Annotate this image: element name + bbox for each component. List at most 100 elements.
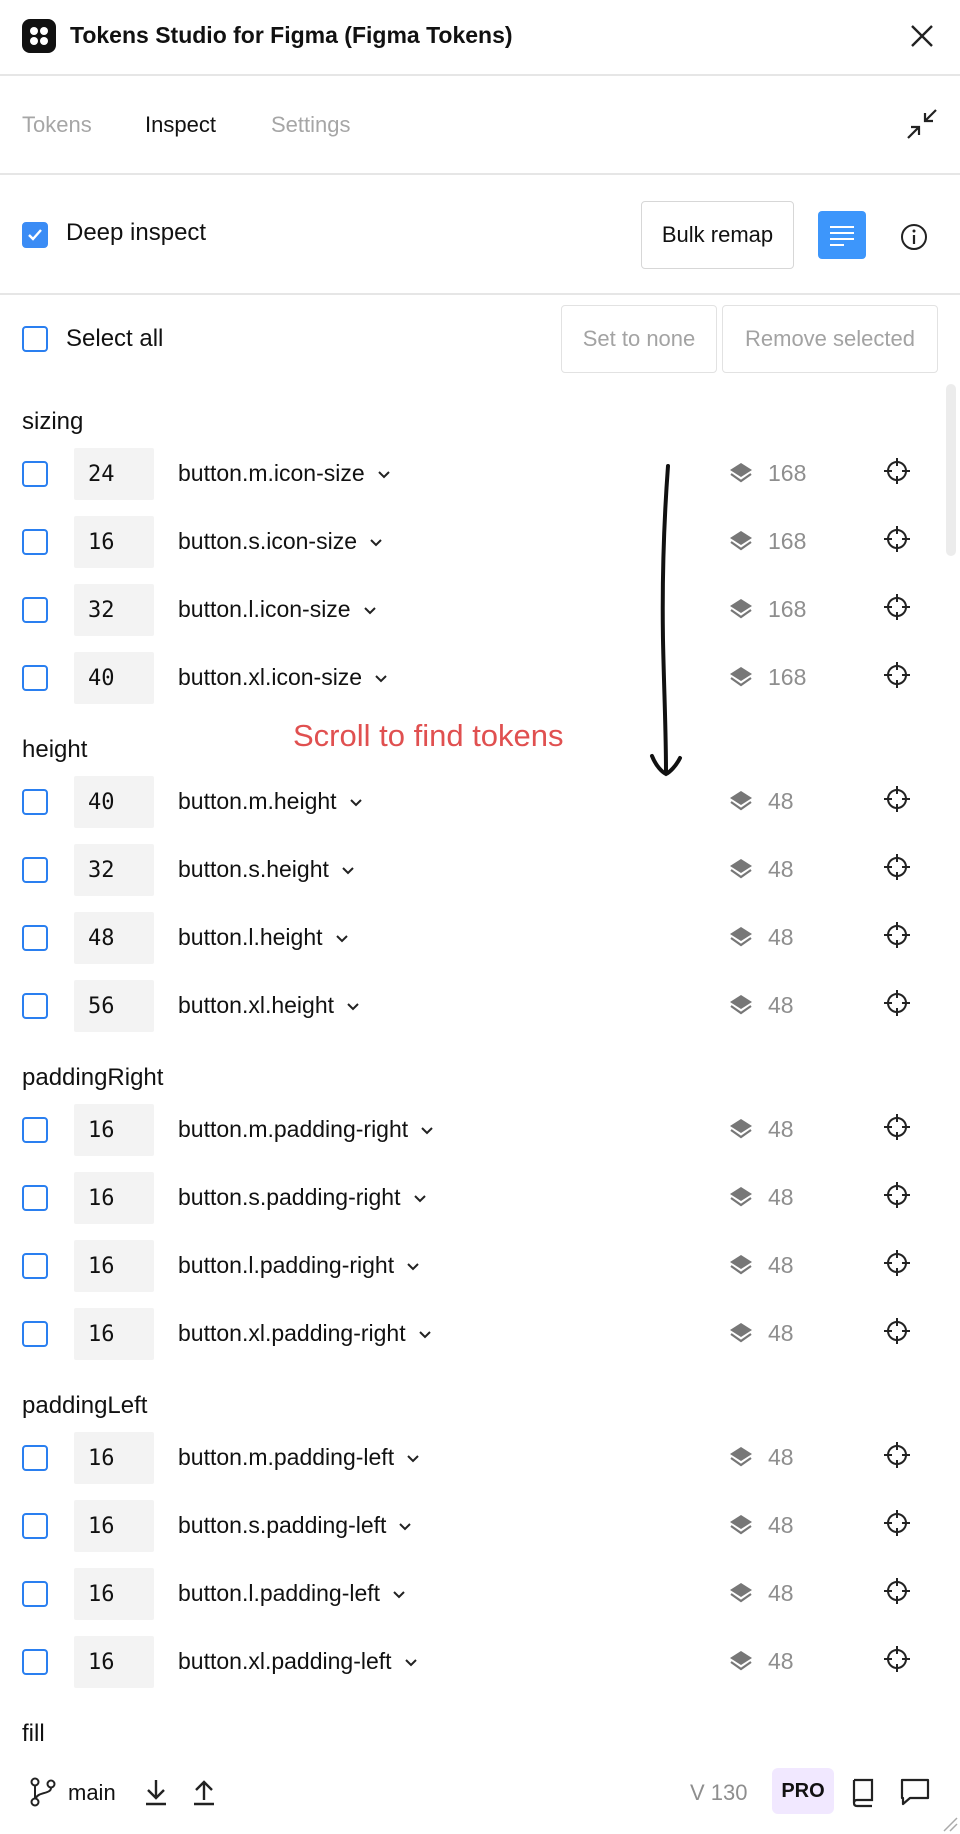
token-value[interactable]: 16 xyxy=(74,1104,154,1156)
version-label: V 130 xyxy=(690,1780,748,1805)
select-layers-target-icon[interactable] xyxy=(882,1508,912,1538)
select-layers-target-icon[interactable] xyxy=(882,1576,912,1606)
token-checkbox[interactable] xyxy=(22,1445,48,1471)
select-layers-target-icon[interactable] xyxy=(882,1180,912,1210)
token-name-dropdown[interactable]: button.xl.padding-left xyxy=(178,1648,418,1675)
chevron-down-icon xyxy=(342,867,354,875)
token-value[interactable]: 16 xyxy=(74,1568,154,1620)
token-row: 40 button.xl.icon-size 168 xyxy=(0,644,960,712)
select-layers-target-icon[interactable] xyxy=(882,1316,912,1346)
remove-selected-button[interactable]: Remove selected xyxy=(722,305,938,373)
select-layers-target-icon[interactable] xyxy=(882,920,912,950)
token-name-dropdown[interactable]: button.l.height xyxy=(178,924,349,951)
minimize-icon[interactable] xyxy=(904,106,940,142)
token-checkbox[interactable] xyxy=(22,1185,48,1211)
token-checkbox[interactable] xyxy=(22,1321,48,1347)
token-name-dropdown[interactable]: button.xl.icon-size xyxy=(178,664,388,691)
bulk-remap-button[interactable]: Bulk remap xyxy=(641,201,794,269)
token-name-dropdown[interactable]: button.s.height xyxy=(178,856,355,883)
token-checkbox[interactable] xyxy=(22,1649,48,1675)
token-name-dropdown[interactable]: button.xl.padding-right xyxy=(178,1320,432,1347)
select-layers-target-icon[interactable] xyxy=(882,852,912,882)
layers-icon xyxy=(730,1187,752,1207)
select-layers-target-icon[interactable] xyxy=(882,592,912,622)
git-branch-icon[interactable] xyxy=(28,1776,58,1808)
token-checkbox[interactable] xyxy=(22,1253,48,1279)
token-name-dropdown[interactable]: button.l.padding-left xyxy=(178,1580,406,1607)
select-layers-target-icon[interactable] xyxy=(882,456,912,486)
select-layers-target-icon[interactable] xyxy=(882,524,912,554)
select-layers-target-icon[interactable] xyxy=(882,1248,912,1278)
token-checkbox[interactable] xyxy=(22,597,48,623)
deep-inspect-checkbox[interactable] xyxy=(22,222,48,248)
token-checkbox[interactable] xyxy=(22,857,48,883)
token-value[interactable]: 32 xyxy=(74,844,154,896)
close-icon[interactable] xyxy=(906,20,938,52)
select-layers-target-icon[interactable] xyxy=(882,660,912,690)
deep-inspect-label: Deep inspect xyxy=(66,219,207,246)
token-name: button.xl.padding-left xyxy=(178,1648,392,1674)
select-all-checkbox[interactable] xyxy=(22,326,48,352)
token-value[interactable]: 56 xyxy=(74,980,154,1032)
token-name-dropdown[interactable]: button.l.padding-right xyxy=(178,1252,420,1279)
tab-settings[interactable]: Settings xyxy=(271,112,351,138)
token-name-dropdown[interactable]: button.s.padding-right xyxy=(178,1184,427,1211)
tab-inspect[interactable]: Inspect xyxy=(145,112,216,138)
token-name: button.m.padding-left xyxy=(178,1444,395,1470)
token-name-dropdown[interactable]: button.s.icon-size xyxy=(178,528,383,555)
token-value[interactable]: 16 xyxy=(74,1432,154,1484)
token-name: button.m.height xyxy=(178,788,337,814)
select-layers-target-icon[interactable] xyxy=(882,1644,912,1674)
token-value[interactable]: 16 xyxy=(74,1636,154,1688)
token-checkbox[interactable] xyxy=(22,925,48,951)
token-name-dropdown[interactable]: button.xl.height xyxy=(178,992,360,1019)
select-layers-target-icon[interactable] xyxy=(882,1440,912,1470)
push-upload-icon[interactable] xyxy=(190,1776,218,1808)
token-checkbox[interactable] xyxy=(22,529,48,555)
token-row: 16 button.m.padding-right 48 xyxy=(0,1096,960,1164)
select-layers-target-icon[interactable] xyxy=(882,784,912,814)
token-value[interactable]: 24 xyxy=(74,448,154,500)
token-value[interactable]: 16 xyxy=(74,1308,154,1360)
token-checkbox[interactable] xyxy=(22,665,48,691)
branch-name[interactable]: main xyxy=(68,1780,116,1806)
token-checkbox[interactable] xyxy=(22,789,48,815)
token-value[interactable]: 16 xyxy=(74,1500,154,1552)
list-view-button[interactable] xyxy=(818,211,866,259)
token-value[interactable]: 16 xyxy=(74,516,154,568)
token-name: button.l.height xyxy=(178,924,323,950)
token-checkbox[interactable] xyxy=(22,1581,48,1607)
pull-download-icon[interactable] xyxy=(142,1776,170,1808)
info-icon[interactable] xyxy=(898,221,930,253)
tab-tokens[interactable]: Tokens xyxy=(22,112,92,138)
token-name-dropdown[interactable]: button.m.icon-size xyxy=(178,460,391,487)
feedback-chat-icon[interactable] xyxy=(898,1776,932,1808)
token-value[interactable]: 16 xyxy=(74,1240,154,1292)
group-title-paddingright: paddingRight xyxy=(22,1064,164,1091)
token-value[interactable]: 40 xyxy=(74,652,154,704)
chevron-down-icon xyxy=(407,1263,419,1271)
chevron-down-icon xyxy=(413,1195,426,1203)
token-checkbox[interactable] xyxy=(22,461,48,487)
token-value[interactable]: 16 xyxy=(74,1172,154,1224)
token-value[interactable]: 40 xyxy=(74,776,154,828)
token-checkbox[interactable] xyxy=(22,993,48,1019)
token-checkbox[interactable] xyxy=(22,1117,48,1143)
resize-handle-icon[interactable] xyxy=(942,1816,958,1832)
token-name-dropdown[interactable]: button.s.padding-left xyxy=(178,1512,412,1539)
token-value[interactable]: 32 xyxy=(74,584,154,636)
token-name-dropdown[interactable]: button.m.padding-left xyxy=(178,1444,420,1471)
layers-icon xyxy=(730,531,752,551)
select-layers-target-icon[interactable] xyxy=(882,1112,912,1142)
token-checkbox[interactable] xyxy=(22,1513,48,1539)
token-name-dropdown[interactable]: button.l.icon-size xyxy=(178,596,377,623)
scroll-down-arrow-annotation xyxy=(650,464,682,777)
token-row: 32 button.l.icon-size 168 xyxy=(0,576,960,644)
token-row: 16 button.xl.padding-right 48 xyxy=(0,1300,960,1368)
set-to-none-button[interactable]: Set to none xyxy=(561,305,717,373)
token-name-dropdown[interactable]: button.m.height xyxy=(178,788,363,815)
select-layers-target-icon[interactable] xyxy=(882,988,912,1018)
token-name-dropdown[interactable]: button.m.padding-right xyxy=(178,1116,434,1143)
docs-book-icon[interactable] xyxy=(848,1776,878,1808)
token-value[interactable]: 48 xyxy=(74,912,154,964)
